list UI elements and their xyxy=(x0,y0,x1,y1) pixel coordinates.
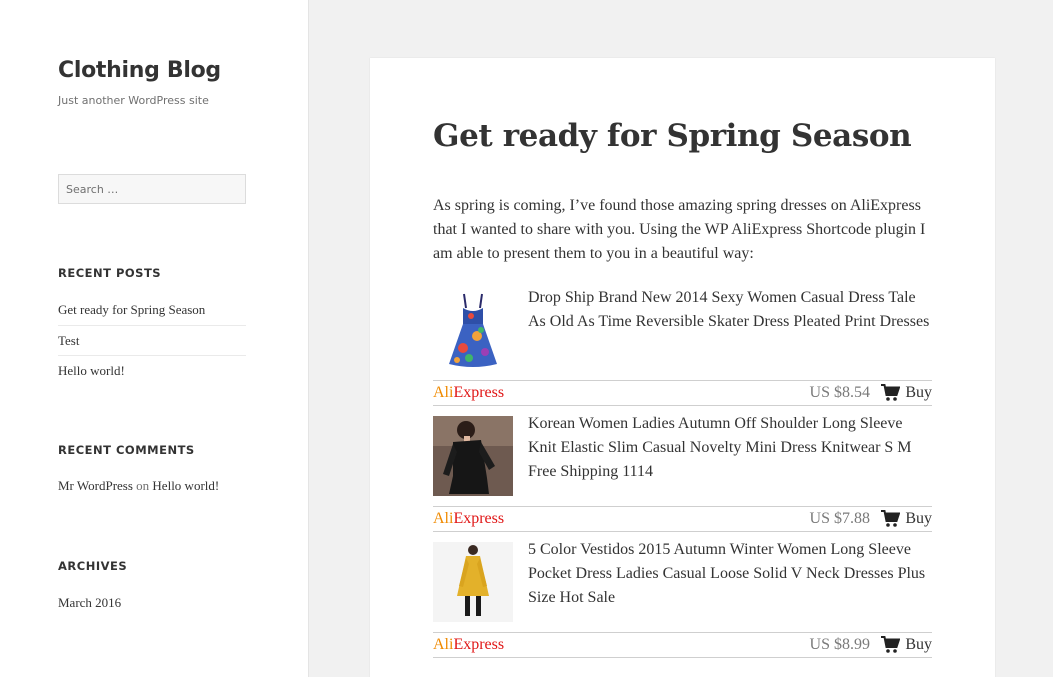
search-input[interactable] xyxy=(58,174,246,204)
product-title[interactable]: Korean Women Ladies Autumn Off Shoulder … xyxy=(528,412,932,484)
aliexpress-logo[interactable]: AliExpress xyxy=(433,509,504,529)
comment-post-link[interactable]: Hello world! xyxy=(152,478,219,493)
product-title[interactable]: Drop Ship Brand New 2014 Sexy Women Casu… xyxy=(528,286,932,334)
site-title[interactable]: Clothing Blog xyxy=(58,58,221,83)
product-footer: AliExpress US $7.88 Buy xyxy=(433,506,932,532)
comment-connector: on xyxy=(136,478,150,493)
buy-label: Buy xyxy=(905,384,932,401)
product-item: 5 Color Vestidos 2015 Autumn Winter Wome… xyxy=(433,538,932,664)
product-item: Korean Women Ladies Autumn Off Shoulder … xyxy=(433,412,932,538)
product-price: US $8.54 xyxy=(809,384,870,401)
cart-icon xyxy=(881,636,901,653)
buy-label: Buy xyxy=(905,636,932,653)
product-item: Drop Ship Brand New 2014 Sexy Women Casu… xyxy=(433,286,932,412)
recent-posts-list: Get ready for Spring Season Test Hello w… xyxy=(58,295,246,385)
product-footer: AliExpress US $8.54 Buy xyxy=(433,380,932,406)
buy-button[interactable]: Buy xyxy=(881,509,932,529)
aliexpress-logo[interactable]: AliExpress xyxy=(433,635,504,655)
archives-list: March 2016 xyxy=(58,588,246,618)
archives-title: ARCHIVES xyxy=(58,559,128,573)
list-item: March 2016 xyxy=(58,588,246,618)
product-price: US $7.88 xyxy=(809,510,870,527)
product-price: US $8.99 xyxy=(809,636,870,653)
archive-link[interactable]: March 2016 xyxy=(58,595,121,610)
recent-posts-title: RECENT POSTS xyxy=(58,266,162,280)
aliexpress-logo[interactable]: AliExpress xyxy=(433,383,504,403)
buy-button[interactable]: Buy xyxy=(881,383,932,403)
list-item: Test xyxy=(58,325,246,355)
post-intro: As spring is coming, I’ve found those am… xyxy=(433,197,926,262)
post-card: Get ready for Spring Season As spring is… xyxy=(370,58,995,677)
yellow-dress-photo[interactable] xyxy=(433,542,513,622)
site-description: Just another WordPress site xyxy=(58,94,209,107)
list-item: Hello world! xyxy=(58,355,246,385)
black-knit-dress-photo[interactable] xyxy=(433,416,513,496)
list-item: Get ready for Spring Season xyxy=(58,295,246,325)
cart-icon xyxy=(881,510,901,527)
comment-author-link[interactable]: Mr WordPress xyxy=(58,478,133,493)
recent-post-link[interactable]: Hello world! xyxy=(58,363,125,378)
recent-comments-title: RECENT COMMENTS xyxy=(58,443,195,457)
product-title[interactable]: 5 Color Vestidos 2015 Autumn Winter Wome… xyxy=(528,538,932,610)
post-title: Get ready for Spring Season xyxy=(433,118,912,154)
buy-button[interactable]: Buy xyxy=(881,635,932,655)
cart-icon xyxy=(881,384,901,401)
recent-comment: Mr WordPress on Hello world! xyxy=(58,478,219,494)
buy-label: Buy xyxy=(905,510,932,527)
product-footer: AliExpress US $8.99 Buy xyxy=(433,632,932,658)
sidebar: Clothing Blog Just another WordPress sit… xyxy=(0,0,309,677)
recent-post-link[interactable]: Get ready for Spring Season xyxy=(58,302,205,317)
floral-dress-photo[interactable] xyxy=(433,290,513,370)
recent-post-link[interactable]: Test xyxy=(58,333,79,348)
